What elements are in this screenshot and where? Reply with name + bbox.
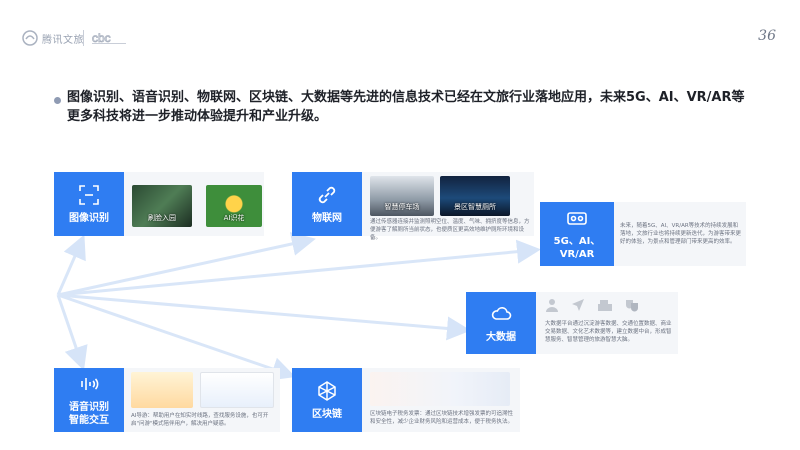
voice-wave-icon [81, 378, 99, 390]
smart-parking-photo: 智慧停车场 [370, 176, 434, 216]
arrow-to-voice [56, 294, 88, 371]
user-icon [546, 299, 558, 312]
ai-guide-screenshot-2 [200, 372, 274, 408]
image-recognition-tile[interactable]: 图像识别 [54, 172, 124, 236]
logo-divider [83, 30, 84, 46]
future-tile[interactable]: 5G、AI、VR/AR [540, 202, 614, 266]
future-label: 5G、AI、VR/AR [553, 236, 601, 260]
blockchain-network-icon [318, 380, 336, 401]
bigdata-description: 大数据平台通过沉淀游客数据、交通位置数据、商业交易数据、文化艺术数据等，建立数据… [545, 321, 672, 343]
blockchain-label: 区块链 [312, 408, 342, 420]
invoice-image [370, 372, 510, 406]
page-number: 36 [758, 28, 776, 44]
voice-tile[interactable]: 语音识别 智能交互 [54, 368, 124, 432]
scan-icon [79, 184, 99, 205]
arrow-to-image [56, 234, 86, 296]
voice-description: AI导游：帮助用户在知实时线路，查找服务设施，也可开启"问游"模式陪伴用户，解决… [131, 413, 269, 427]
partner-logo: cbc [92, 31, 126, 45]
bigdata-tile[interactable]: 大数据 [466, 292, 536, 354]
cash-register-icon [598, 300, 612, 311]
logo-text: 腾讯文旅 [42, 34, 84, 46]
location-arrow-icon [572, 299, 584, 311]
link-icon [318, 186, 336, 203]
blockchain-description: 区块链电子税务发票：通过区块链技术增强发票的可追溯性和安全性，减少企业财务风险和… [370, 411, 514, 425]
theater-masks-icon [626, 300, 638, 312]
voice-label: 语音识别 智能交互 [69, 402, 109, 426]
bigdata-label: 大数据 [486, 331, 516, 343]
future-description: 未来，随着5G、AI、VR/AR等技术的持续发展和落地，文旅行业也将持续更新迭代… [620, 223, 742, 245]
smart-parking-caption: 智慧停车场 [384, 203, 420, 211]
svg-text:cbc: cbc [92, 31, 111, 45]
arrow-to-iot [57, 232, 316, 297]
arrow-to-bigdata [57, 293, 471, 341]
bigdata-icon-row [545, 298, 639, 312]
blockchain-tile[interactable]: 区块链 [292, 368, 362, 432]
arrow-to-future [57, 239, 541, 297]
iot-tile[interactable]: 物联网 [292, 172, 362, 236]
tencent-culture-logo: 腾讯文旅 [22, 30, 84, 46]
ai-flower-photo: AI识花 [206, 185, 262, 227]
vr-headset-icon [567, 212, 587, 225]
iot-label: 物联网 [312, 212, 342, 224]
ai-guide-screenshot-1 [131, 372, 193, 408]
cloud-icon [491, 306, 512, 320]
face-entry-photo: 刷脸入园 [132, 185, 192, 227]
main-statement: 图像识别、语音识别、物联网、区块链、大数据等先进的信息技术已经在文旅行业落地应用… [67, 90, 745, 124]
smart-toilet-caption: 景区智慧厕所 [454, 203, 496, 211]
smart-toilet-photo: 景区智慧厕所 [440, 176, 510, 216]
bullet-point [54, 97, 61, 104]
logo-mark-icon [22, 30, 38, 46]
face-entry-caption: 刷脸入园 [148, 214, 176, 222]
arrow-to-blockchain [57, 293, 296, 381]
image-recognition-label: 图像识别 [69, 212, 109, 224]
ai-flower-caption: AI识花 [223, 214, 245, 222]
iot-description: 通过传感器连接并监测照明空位、温度、气味、拥挤度等信息，方便游客了解厕所当前状态… [370, 219, 530, 241]
